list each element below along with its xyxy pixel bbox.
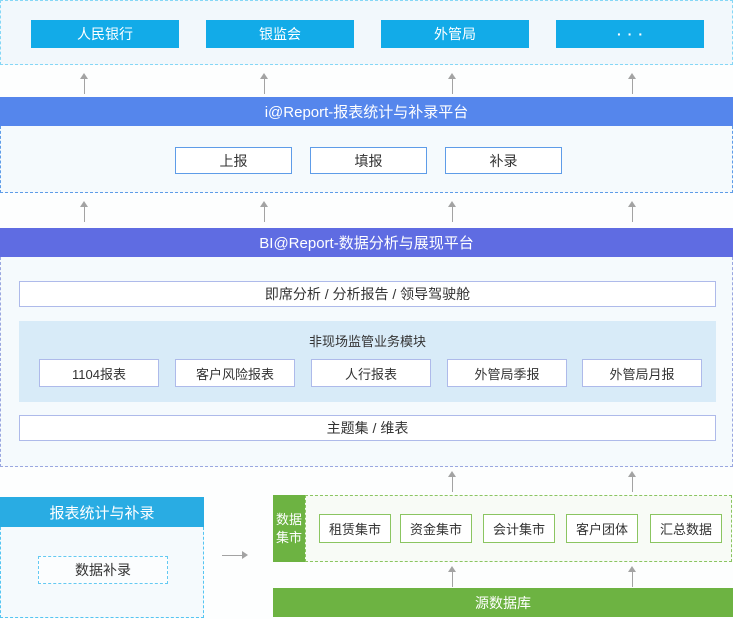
arrow-up-icon	[446, 201, 458, 222]
node-data-supplement: 数据补录	[38, 556, 168, 584]
arrow-up-icon	[626, 471, 638, 492]
data-mart-container: 租赁集市 资金集市 会计集市 客户团体 汇总数据	[305, 495, 732, 562]
arrow-up-icon	[78, 73, 90, 94]
source-database-bar: 源数据库	[273, 588, 733, 617]
architecture-diagram: 人民银行 银监会 外管局 ··· i@Report-报表统计与补录平台 上报 填…	[0, 0, 733, 619]
node-theme-set-bar: 主题集 / 维表	[19, 415, 716, 441]
arrow-up-icon	[446, 73, 458, 94]
bireport-platform-header: BI@Report-数据分析与展现平台	[0, 228, 733, 257]
arrow-up-icon	[258, 201, 270, 222]
node-1104-report: 1104报表	[39, 359, 159, 387]
node-peoples-bank: 人民银行	[31, 20, 179, 48]
node-more-systems: ···	[556, 20, 704, 48]
node-supplement: 补录	[445, 147, 562, 174]
arrow-up-icon	[626, 566, 638, 587]
report-supplement-header: 报表统计与补录	[0, 497, 204, 527]
arrow-right-icon	[222, 551, 248, 559]
arrow-up-icon	[626, 201, 638, 222]
node-submit-report: 上报	[175, 147, 292, 174]
ireport-platform-header: i@Report-报表统计与补录平台	[0, 97, 733, 126]
data-mart-label: 数据集市	[273, 495, 305, 562]
node-analysis-bar: 即席分析 / 分析报告 / 领导驾驶舱	[19, 281, 716, 307]
arrow-up-icon	[78, 201, 90, 222]
bireport-platform-container: 即席分析 / 分析报告 / 领导驾驶舱 非现场监管业务模块 1104报表 客户风…	[0, 257, 733, 467]
node-fill-report: 填报	[310, 147, 427, 174]
arrow-up-icon	[446, 471, 458, 492]
node-safe-monthly-report: 外管局月报	[582, 359, 702, 387]
report-supplement-container: 数据补录	[0, 527, 204, 618]
arrow-up-icon	[626, 73, 638, 94]
node-summary-data: 汇总数据	[650, 514, 722, 543]
node-accounting-mart: 会计集市	[483, 514, 555, 543]
node-safe-quarterly-report: 外管局季报	[447, 359, 567, 387]
arrow-up-icon	[446, 566, 458, 587]
external-systems-container: 人民银行 银监会 外管局 ···	[0, 0, 733, 65]
node-cbrc: 银监会	[206, 20, 354, 48]
ireport-platform-container: 上报 填报 补录	[0, 126, 733, 193]
offsite-supervision-module: 非现场监管业务模块 1104报表 客户风险报表 人行报表 外管局季报 外管局月报	[19, 321, 716, 402]
node-safe: 外管局	[381, 20, 529, 48]
node-pbc-report: 人行报表	[311, 359, 431, 387]
module-title: 非现场监管业务模块	[19, 321, 716, 350]
arrow-up-icon	[258, 73, 270, 94]
node-customer-risk-report: 客户风险报表	[175, 359, 295, 387]
node-leasing-mart: 租赁集市	[319, 514, 391, 543]
node-customer-group: 客户团体	[566, 514, 638, 543]
node-funds-mart: 资金集市	[400, 514, 472, 543]
